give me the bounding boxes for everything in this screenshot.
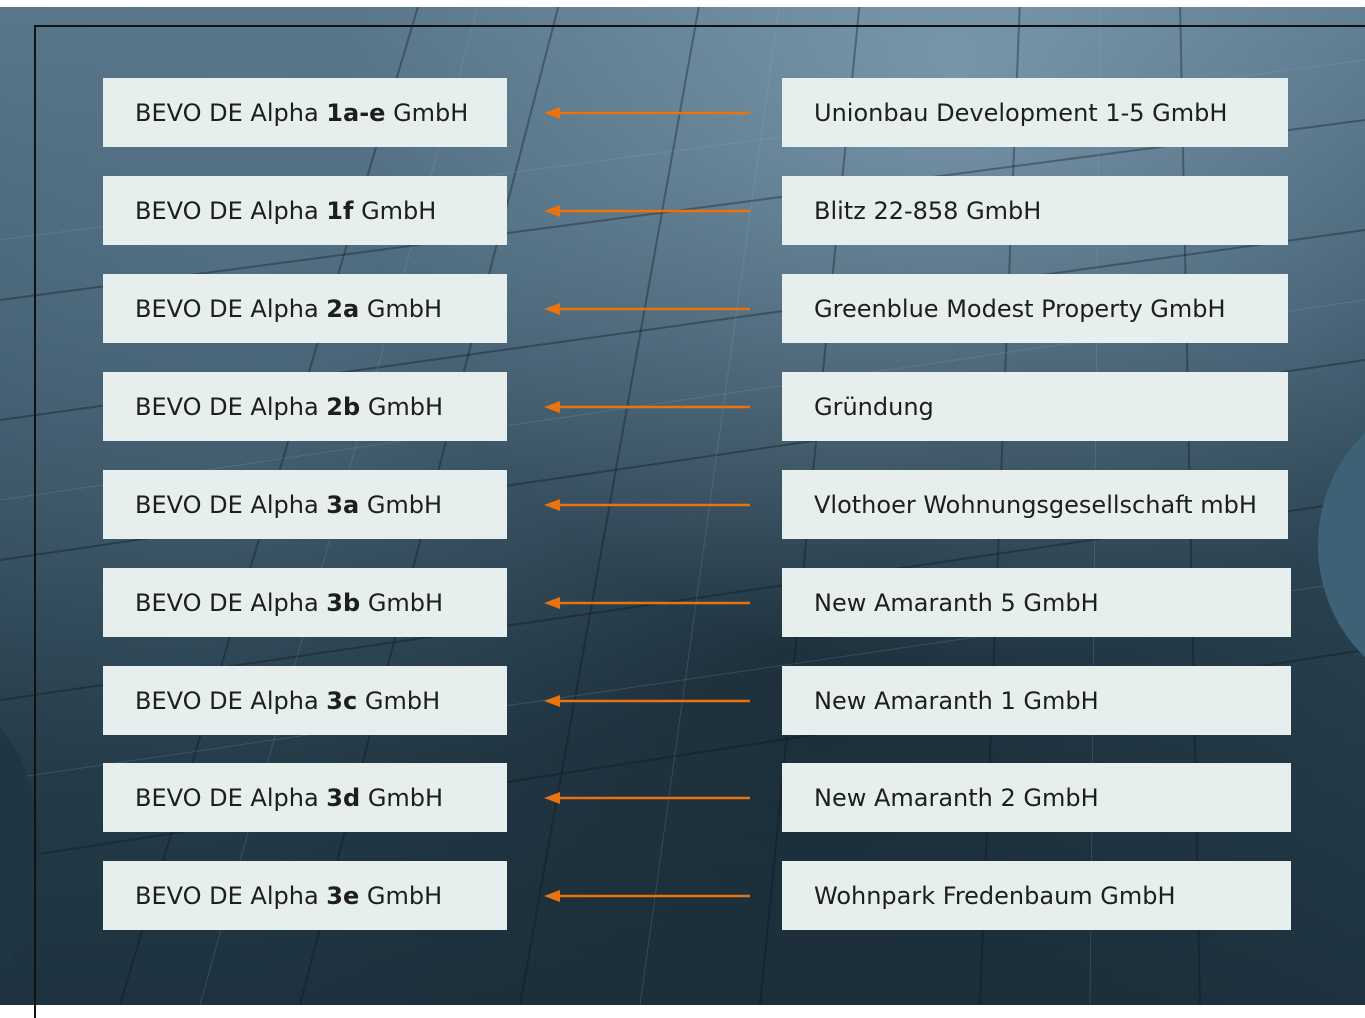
target-entity-code: 2a — [326, 294, 360, 323]
frame-line-top — [34, 25, 1365, 27]
top-strip — [0, 0, 1365, 7]
target-entity-code: 3d — [326, 783, 361, 812]
target-entity-suffix: GmbH — [359, 490, 443, 519]
target-entity-code: 1a-e — [326, 98, 386, 127]
source-entity-box: Gründung — [782, 372, 1288, 441]
source-entity-label: New Amaranth 1 GmbH — [814, 686, 1099, 715]
source-entity-box: New Amaranth 5 GmbH — [782, 568, 1291, 637]
mapping-arrow-icon — [544, 303, 750, 315]
source-entity-label: Wohnpark Fredenbaum GmbH — [814, 881, 1176, 910]
mapping-arrow-icon — [544, 695, 750, 707]
target-entity-box: BEVO DE Alpha 1f GmbH — [103, 176, 507, 245]
target-entity-box: BEVO DE Alpha 3a GmbH — [103, 470, 507, 539]
target-entity-prefix: BEVO DE Alpha — [135, 686, 327, 715]
target-entity-code: 2b — [326, 392, 361, 421]
target-entity-box: BEVO DE Alpha 2b GmbH — [103, 372, 507, 441]
source-entity-box: Unionbau Development 1-5 GmbH — [782, 78, 1288, 147]
target-entity-prefix: BEVO DE Alpha — [135, 881, 327, 910]
source-entity-label: New Amaranth 2 GmbH — [814, 783, 1099, 812]
target-entity-prefix: BEVO DE Alpha — [135, 98, 327, 127]
target-entity-code: 3a — [326, 490, 360, 519]
target-entity-code: 1f — [326, 196, 354, 225]
target-entity-box: BEVO DE Alpha 2a GmbH — [103, 274, 507, 343]
mapping-arrow-icon — [544, 401, 750, 413]
target-entity-prefix: BEVO DE Alpha — [135, 196, 327, 225]
target-entity-prefix: BEVO DE Alpha — [135, 783, 327, 812]
target-entity-prefix: BEVO DE Alpha — [135, 588, 327, 617]
source-entity-label: Blitz 22-858 GmbH — [814, 196, 1042, 225]
target-entity-suffix: GmbH — [353, 196, 437, 225]
target-entity-code: 3b — [326, 588, 361, 617]
mapping-arrow-icon — [544, 499, 750, 511]
target-entity-suffix: GmbH — [385, 98, 469, 127]
target-entity-suffix: GmbH — [359, 294, 443, 323]
source-entity-label: Gründung — [814, 392, 934, 421]
mapping-arrow-icon — [544, 792, 750, 804]
source-entity-label: Greenblue Modest Property GmbH — [814, 294, 1226, 323]
target-entity-suffix: GmbH — [360, 392, 444, 421]
source-entity-box: Vlothoer Wohnungsgesellschaft mbH — [782, 470, 1288, 539]
mapping-arrow-icon — [544, 890, 750, 902]
source-entity-box: New Amaranth 2 GmbH — [782, 763, 1291, 832]
target-entity-box: BEVO DE Alpha 1a-e GmbH — [103, 78, 507, 147]
mapping-arrow-icon — [544, 107, 750, 119]
target-entity-prefix: BEVO DE Alpha — [135, 490, 327, 519]
target-entity-suffix: GmbH — [360, 588, 444, 617]
target-entity-box: BEVO DE Alpha 3e GmbH — [103, 861, 507, 930]
frame-line-left — [34, 25, 36, 1018]
target-entity-prefix: BEVO DE Alpha — [135, 294, 327, 323]
source-entity-box: Blitz 22-858 GmbH — [782, 176, 1288, 245]
source-entity-label: Unionbau Development 1-5 GmbH — [814, 98, 1228, 127]
target-entity-box: BEVO DE Alpha 3c GmbH — [103, 666, 507, 735]
source-entity-box: New Amaranth 1 GmbH — [782, 666, 1291, 735]
target-entity-code: 3c — [326, 686, 358, 715]
source-entity-label: New Amaranth 5 GmbH — [814, 588, 1099, 617]
target-entity-prefix: BEVO DE Alpha — [135, 392, 327, 421]
source-entity-label: Vlothoer Wohnungsgesellschaft mbH — [814, 490, 1257, 519]
mapping-arrow-icon — [544, 597, 750, 609]
target-entity-box: BEVO DE Alpha 3b GmbH — [103, 568, 507, 637]
mapping-arrow-icon — [544, 205, 750, 217]
target-entity-suffix: GmbH — [357, 686, 441, 715]
target-entity-suffix: GmbH — [359, 881, 443, 910]
target-entity-code: 3e — [326, 881, 360, 910]
target-entity-box: BEVO DE Alpha 3d GmbH — [103, 763, 507, 832]
target-entity-suffix: GmbH — [360, 783, 444, 812]
source-entity-box: Wohnpark Fredenbaum GmbH — [782, 861, 1291, 930]
source-entity-box: Greenblue Modest Property GmbH — [782, 274, 1288, 343]
